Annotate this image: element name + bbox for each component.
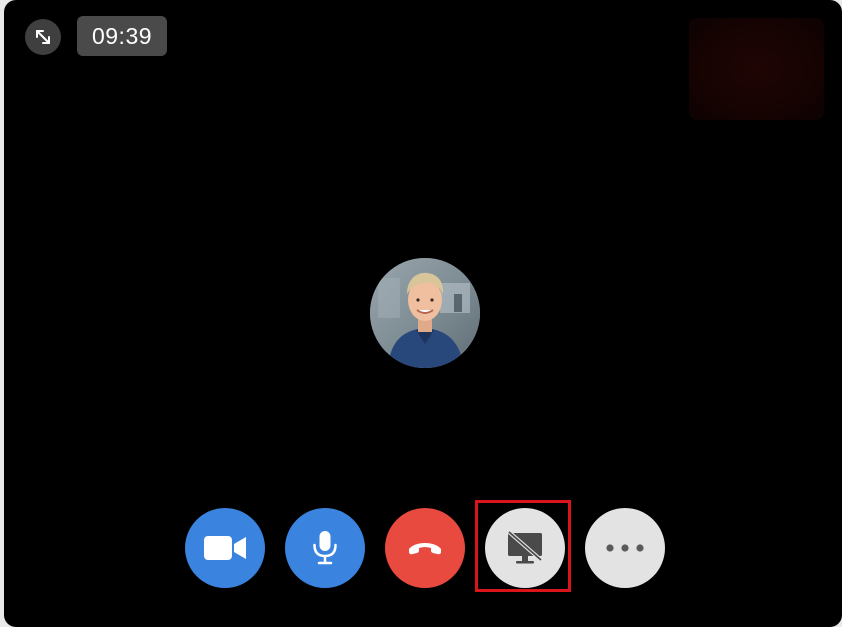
microphone-toggle-button[interactable] [285, 508, 365, 588]
ellipsis-icon [606, 544, 644, 552]
video-call-window: 09:39 [4, 0, 842, 627]
video-camera-icon [204, 536, 246, 560]
end-call-button[interactable] [385, 508, 465, 588]
screen-share-button[interactable] [485, 508, 565, 588]
call-timer: 09:39 [77, 16, 167, 56]
expand-button[interactable] [25, 19, 61, 55]
more-options-button[interactable] [585, 508, 665, 588]
screen-share-off-icon [507, 530, 543, 564]
phone-hangup-icon [409, 543, 441, 555]
microphone-icon [313, 531, 337, 565]
video-toggle-button[interactable] [185, 508, 265, 588]
expand-arrows-icon [36, 30, 50, 44]
call-controls [4, 508, 842, 588]
participant-avatar [370, 258, 480, 368]
self-view-video[interactable] [689, 18, 824, 120]
